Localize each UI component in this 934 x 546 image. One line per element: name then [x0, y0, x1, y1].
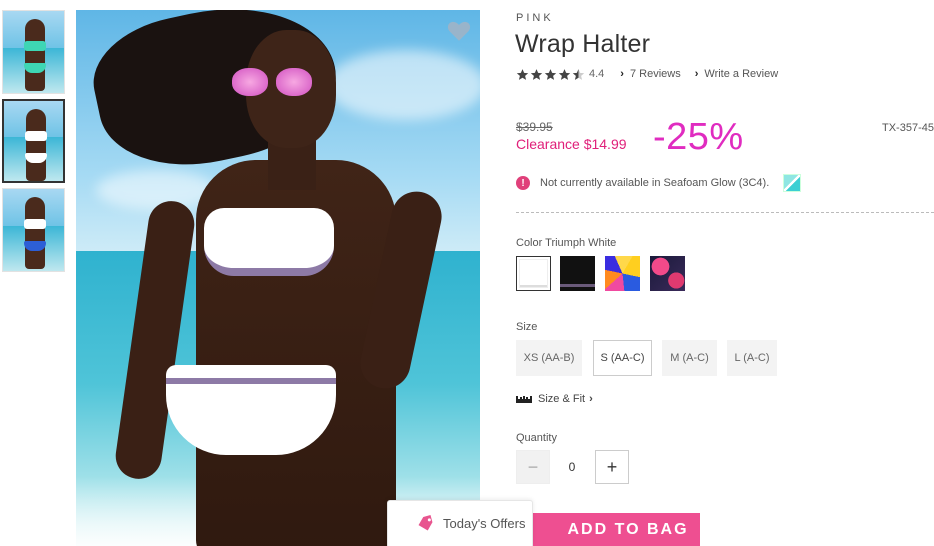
thumbnail-top — [24, 219, 46, 229]
quantity-label: Quantity — [516, 432, 557, 444]
discount-badge: -25% — [653, 116, 744, 158]
size-label: Size — [516, 321, 538, 333]
ruler-icon — [516, 395, 532, 403]
clearance-price: Clearance $14.99 — [516, 136, 627, 152]
size-option-m[interactable]: M (A-C) — [662, 340, 717, 376]
swatch-multi-print[interactable] — [605, 256, 640, 291]
size-option-l[interactable]: L (A-C) — [727, 340, 777, 376]
alert-icon: ! — [516, 176, 530, 190]
thumbnail-figure — [25, 19, 45, 91]
star-icon — [544, 68, 557, 80]
rating-value: 4.4 — [589, 68, 605, 80]
image-cloud — [326, 50, 480, 120]
size-option-xs[interactable]: XS (AA-B) — [516, 340, 582, 376]
image-sunglasses — [232, 68, 268, 96]
thumbnail-1[interactable] — [2, 10, 65, 94]
thumbnail-figure — [25, 197, 45, 269]
star-icon — [530, 68, 543, 80]
seafoam-glow-swatch[interactable] — [783, 174, 802, 192]
quantity-decrease-button[interactable]: − — [516, 450, 550, 484]
thumbnail-2[interactable] — [2, 99, 65, 183]
star-rating — [516, 68, 585, 81]
reviews-link[interactable]: › 7 Reviews — [620, 68, 680, 80]
thumbnail-figure — [26, 109, 46, 181]
star-icon — [558, 68, 571, 80]
original-price: $39.95 — [516, 120, 553, 134]
availability-notice: ! Not currently available in Seafoam Glo… — [516, 173, 802, 193]
thumbnail-3[interactable] — [2, 188, 65, 272]
chevron-right-icon: › — [694, 68, 699, 80]
heart-icon[interactable] — [446, 18, 472, 44]
swatch-fill — [605, 256, 640, 291]
swatch-triumph-white[interactable] — [516, 256, 551, 291]
size-fit-label: Size & Fit — [538, 393, 586, 405]
swatch-tropical-print[interactable] — [650, 256, 685, 291]
image-bikini-top — [204, 208, 334, 276]
write-review-label: Write a Review — [704, 68, 779, 80]
product-title: Wrap Halter — [515, 30, 651, 58]
image-sunglasses — [276, 68, 312, 96]
product-sku: TX-357-45 — [882, 122, 934, 134]
tag-icon — [418, 514, 433, 530]
thumbnail-top — [24, 41, 46, 51]
divider — [516, 212, 934, 213]
chevron-right-icon: › — [589, 393, 593, 405]
add-to-bag-button[interactable]: ADD TO BAG — [516, 513, 700, 546]
color-label: Color Triumph White — [516, 237, 617, 249]
swatch-fill — [519, 259, 548, 288]
todays-offers-label: Today's Offers — [443, 516, 526, 531]
swatch-fill — [650, 256, 685, 291]
quantity-value[interactable]: 0 — [556, 450, 588, 484]
thumbnail-top — [25, 131, 47, 141]
reviews-link-label: 7 Reviews — [629, 68, 681, 80]
image-bikini-band — [166, 378, 336, 384]
star-half-icon — [572, 68, 585, 80]
size-option-s[interactable]: S (AA-C) — [593, 340, 652, 376]
size-fit-link[interactable]: Size & Fit › — [516, 392, 593, 406]
brand-label: PINK — [516, 12, 554, 24]
write-review-link[interactable]: › Write a Review — [695, 68, 778, 80]
availability-text: Not currently available in Seafoam Glow … — [540, 177, 770, 189]
chevron-right-icon: › — [620, 68, 624, 80]
rating-row: 4.4 › 7 Reviews › Write a Review — [516, 67, 778, 81]
todays-offers-tab[interactable]: Today's Offers — [387, 500, 533, 546]
swatch-fill — [560, 256, 595, 291]
product-image — [76, 10, 480, 546]
swatch-black[interactable] — [560, 256, 595, 291]
star-icon — [516, 68, 529, 80]
quantity-increase-button[interactable]: + — [595, 450, 629, 484]
